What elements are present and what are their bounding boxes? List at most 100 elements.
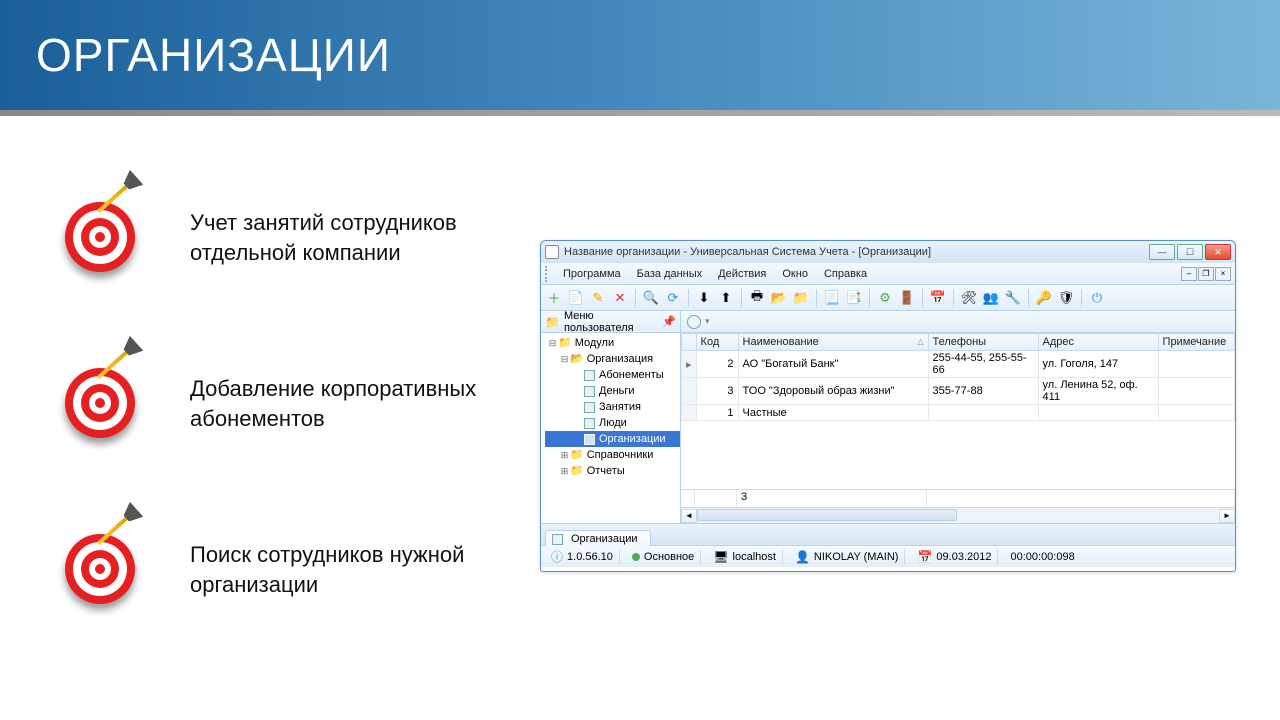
- pin-icon[interactable]: 📌: [662, 315, 676, 328]
- dropdown-arrow-icon[interactable]: ▾: [705, 316, 710, 327]
- bullet-text: Учет занятий сотрудников отдельной компа…: [190, 180, 500, 267]
- doc-open-icon[interactable]: 📑: [845, 289, 863, 307]
- sidebar: 📁 Меню пользователя 📌 ⊟📁Модули ⊟📂Организ…: [541, 311, 681, 523]
- summary-count: 3: [737, 490, 927, 507]
- print-icon[interactable]: 🖶: [748, 289, 766, 307]
- menu-actions[interactable]: Действия: [710, 268, 774, 280]
- bullet-text: Добавление корпоративных абонементов: [190, 346, 500, 433]
- header-underline: [0, 110, 1280, 116]
- status-connection: Основное: [626, 549, 701, 565]
- folder-open-icon[interactable]: 📂: [770, 289, 788, 307]
- tab-organizations[interactable]: Организации: [545, 530, 651, 546]
- col-code[interactable]: Код: [696, 334, 738, 351]
- bullet-item: Добавление корпоративных абонементов: [60, 346, 500, 436]
- minimize-button[interactable]: —: [1149, 244, 1175, 260]
- table-row[interactable]: 1 Частные: [682, 405, 1235, 421]
- door-exit-icon[interactable]: 🚪: [898, 289, 916, 307]
- menu-window[interactable]: Окно: [774, 268, 816, 280]
- tools-icon[interactable]: 🛠: [960, 289, 978, 307]
- titlebar[interactable]: Название организации - Универсальная Сис…: [541, 241, 1235, 263]
- maximize-button[interactable]: ☐: [1177, 244, 1203, 260]
- users-icon[interactable]: 👥: [982, 289, 1000, 307]
- search-icon[interactable]: 🔍: [642, 289, 660, 307]
- close-button[interactable]: ✕: [1205, 244, 1231, 260]
- table-row[interactable]: ▸ 2 АО "Богатый Банк" 255-44-55, 255-55-…: [682, 351, 1235, 378]
- bullet-list: Учет занятий сотрудников отдельной компа…: [60, 180, 500, 678]
- menubar: Программа База данных Действия Окно Спра…: [541, 263, 1235, 285]
- target-icon: [60, 512, 160, 602]
- status-date: 📅 09.03.2012: [911, 549, 998, 565]
- document-icon: [552, 534, 563, 545]
- grid-pane: ▾ Код Наименование△ Телефоны Адрес Приме…: [681, 311, 1235, 523]
- slide-title: ОРГАНИЗАЦИИ: [36, 28, 391, 82]
- tree-item-organizations[interactable]: Организации: [545, 431, 680, 447]
- tree-node-modules[interactable]: ⊟📁Модули: [545, 335, 680, 351]
- tree-item-classes[interactable]: Занятия: [545, 399, 680, 415]
- refresh-icon[interactable]: ⟳: [664, 289, 682, 307]
- slide-header: ОРГАНИЗАЦИИ: [0, 0, 1280, 110]
- mdi-minimize-button[interactable]: –: [1181, 267, 1197, 281]
- key-icon[interactable]: 🔑: [1035, 289, 1053, 307]
- menu-help[interactable]: Справка: [816, 268, 875, 280]
- server-icon: 🖥: [713, 550, 728, 564]
- col-address[interactable]: Адрес: [1038, 334, 1158, 351]
- history-icon[interactable]: [687, 315, 701, 329]
- row-indicator-icon: ▸: [682, 351, 697, 378]
- lock-icon[interactable]: 🛡: [1057, 289, 1075, 307]
- menu-database[interactable]: База данных: [629, 268, 711, 280]
- tree-item-money[interactable]: Деньги: [545, 383, 680, 399]
- status-time: 00:00:00:098: [1004, 549, 1080, 565]
- grid-toolbar: ▾: [681, 311, 1235, 333]
- target-icon: [60, 180, 160, 270]
- toolbar: ＋ 📄 ✎ ✕ 🔍 ⟳ ⬇ ⬆ 🖶 📂 📁 📃 📑 ⚙ 🚪 📅 🛠 👥 🔧 🔑 …: [541, 285, 1235, 311]
- folder-icon[interactable]: 📁: [792, 289, 810, 307]
- mdi-restore-button[interactable]: ❐: [1198, 267, 1214, 281]
- import-icon[interactable]: ⬆: [717, 289, 735, 307]
- scrollbar-thumb[interactable]: [697, 509, 957, 521]
- col-name[interactable]: Наименование△: [738, 334, 928, 351]
- app-window: Название организации - Универсальная Сис…: [540, 240, 1236, 572]
- sidebar-header: 📁 Меню пользователя 📌: [541, 311, 680, 333]
- mdi-close-button[interactable]: ×: [1215, 267, 1231, 281]
- menu-program[interactable]: Программа: [555, 268, 629, 280]
- horizontal-scrollbar[interactable]: ◄ ►: [681, 507, 1235, 523]
- delete-icon[interactable]: ✕: [611, 289, 629, 307]
- calendar-icon: 📅: [917, 550, 932, 564]
- power-icon[interactable]: ⏻: [1088, 289, 1106, 307]
- settings-icon[interactable]: 🔧: [1004, 289, 1022, 307]
- window-title: Название организации - Универсальная Сис…: [564, 246, 1149, 258]
- tree-node-reports[interactable]: ⊞📁Отчеты: [545, 463, 680, 479]
- row-indicator-header: [682, 334, 697, 351]
- plugins-icon[interactable]: ⚙: [876, 289, 894, 307]
- sidebar-title: Меню пользователя: [564, 310, 662, 334]
- tree-item-subscriptions[interactable]: Абонементы: [545, 367, 680, 383]
- toolbar-grip-icon[interactable]: [545, 266, 551, 282]
- user-icon: 👤: [795, 550, 810, 564]
- app-icon: [545, 245, 559, 259]
- bullet-item: Учет занятий сотрудников отдельной компа…: [60, 180, 500, 270]
- col-phones[interactable]: Телефоны: [928, 334, 1038, 351]
- scroll-left-icon[interactable]: ◄: [681, 509, 697, 523]
- calendar-icon[interactable]: 📅: [929, 289, 947, 307]
- data-grid[interactable]: Код Наименование△ Телефоны Адрес Примеча…: [681, 333, 1235, 489]
- bullet-item: Поиск сотрудников нужной организации: [60, 512, 500, 602]
- tree-node-organization[interactable]: ⊟📂Организация: [545, 351, 680, 367]
- copy-icon[interactable]: 📄: [567, 289, 585, 307]
- status-version: ⓘ 1.0.56.10: [545, 549, 620, 565]
- edit-icon[interactable]: ✎: [589, 289, 607, 307]
- col-note[interactable]: Примечание: [1158, 334, 1234, 351]
- status-user: 👤 NIKOLAY (MAIN): [789, 549, 906, 565]
- tree: ⊟📁Модули ⊟📂Организация Абонементы Деньги…: [541, 333, 680, 481]
- scroll-right-icon[interactable]: ►: [1219, 509, 1235, 523]
- document-tabstrip: Организации: [541, 523, 1235, 545]
- target-icon: [60, 346, 160, 436]
- table-row[interactable]: 3 ТОО "Здоровый образ жизни" 355-77-88 у…: [682, 378, 1235, 405]
- export-icon[interactable]: ⬇: [695, 289, 713, 307]
- grid-summary: 3: [681, 489, 1235, 507]
- doc-new-icon[interactable]: 📃: [823, 289, 841, 307]
- tree-node-references[interactable]: ⊞📁Справочники: [545, 447, 680, 463]
- tree-item-people[interactable]: Люди: [545, 415, 680, 431]
- online-icon: [632, 553, 640, 561]
- workspace: 📁 Меню пользователя 📌 ⊟📁Модули ⊟📂Организ…: [541, 311, 1235, 523]
- add-icon[interactable]: ＋: [545, 289, 563, 307]
